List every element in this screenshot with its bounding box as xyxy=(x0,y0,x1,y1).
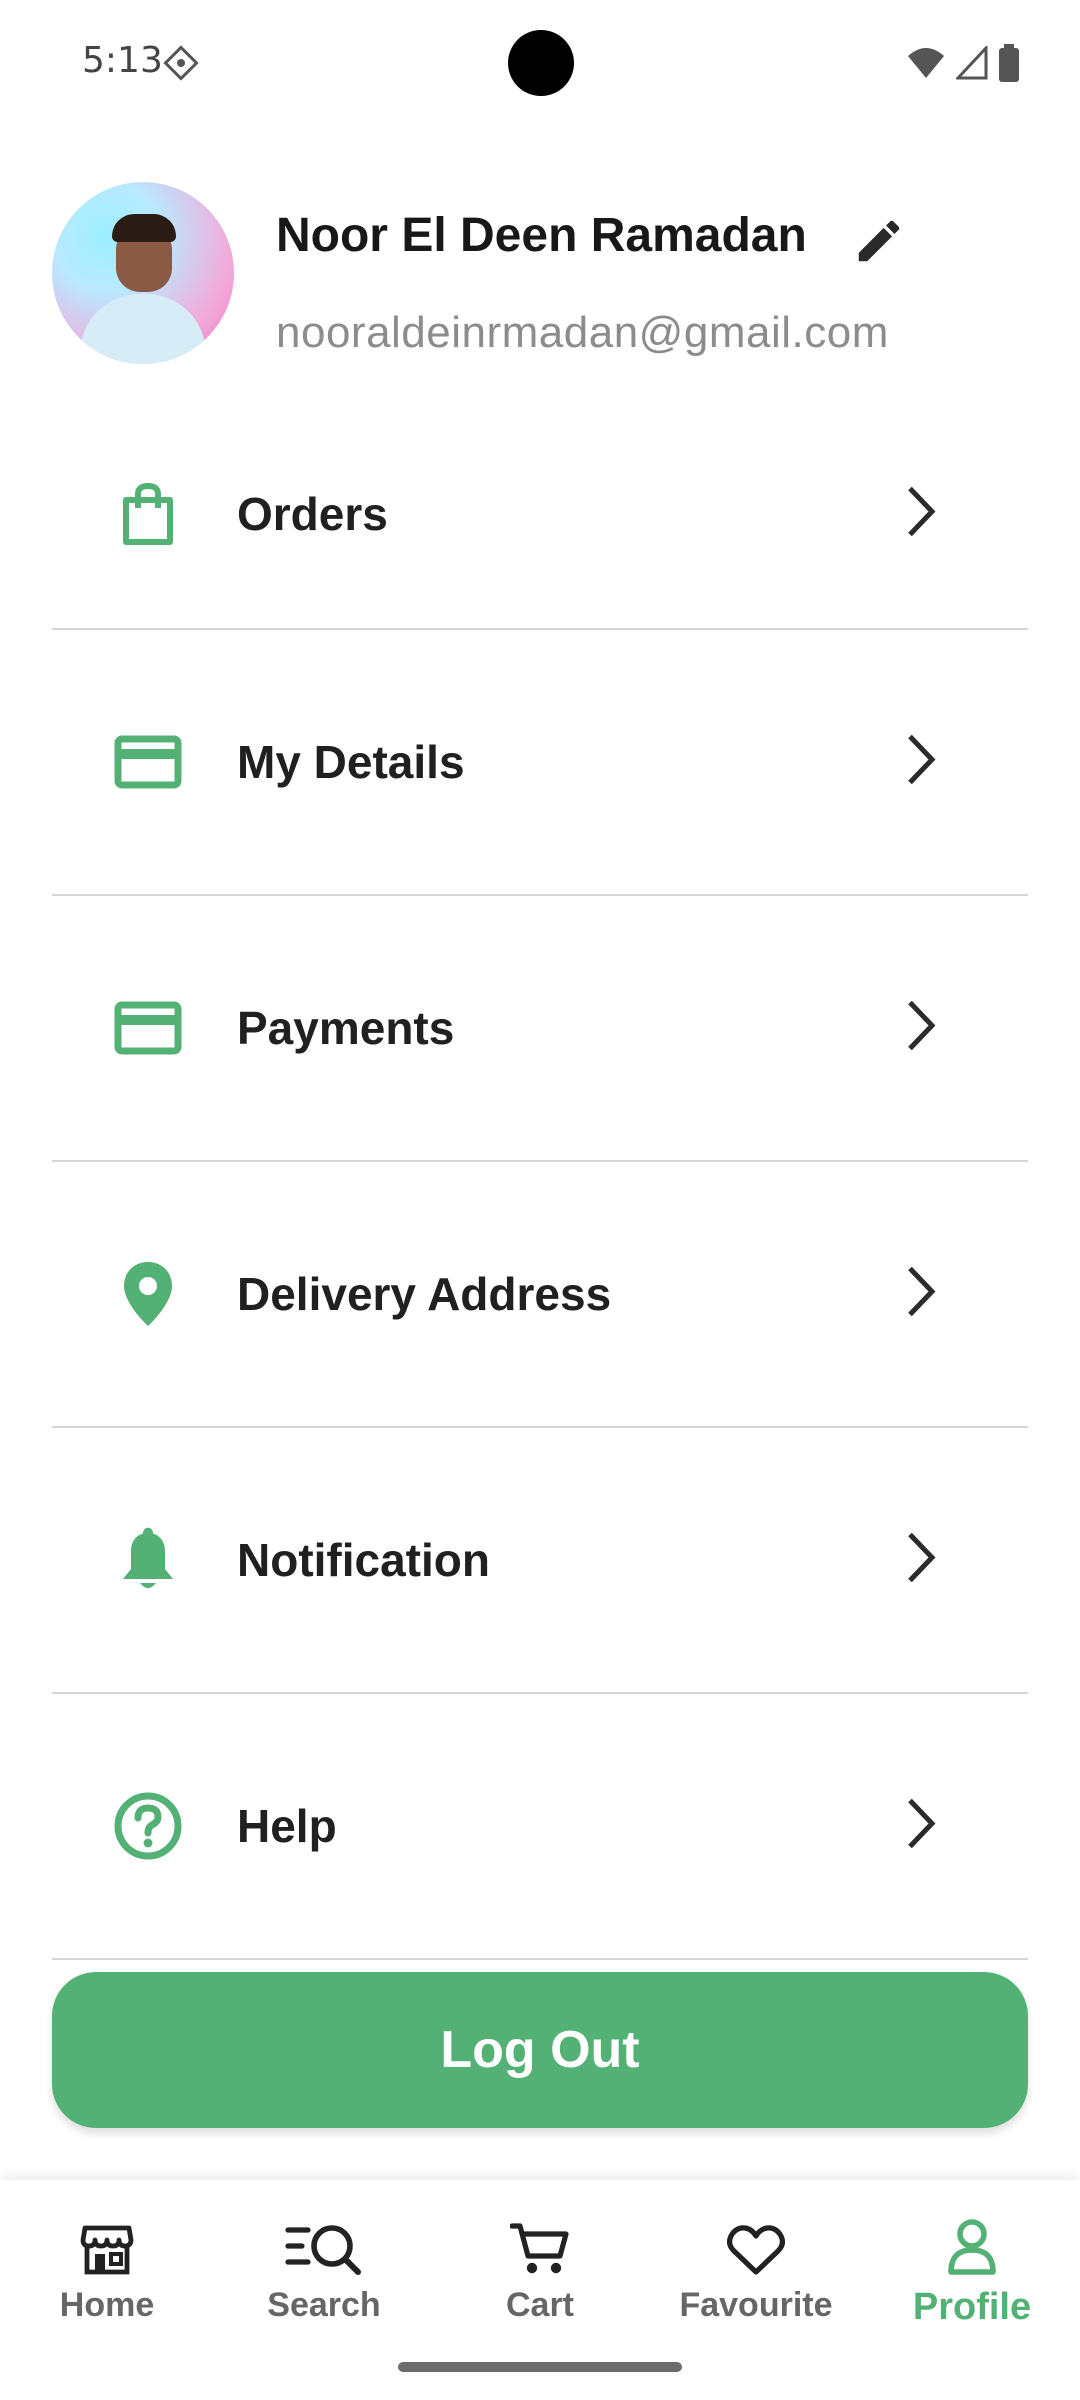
menu-item-delivery-address[interactable]: Delivery Address xyxy=(52,1162,1028,1428)
menu-item-my-details[interactable]: My Details xyxy=(52,630,1028,896)
menu-label: Orders xyxy=(237,488,388,540)
profile-icon xyxy=(872,2206,1072,2276)
wifi-icon xyxy=(908,48,944,78)
signal-icon xyxy=(956,46,988,80)
profile-menu: Orders My Details Payments Delivery Addr… xyxy=(52,400,1028,1960)
store-icon xyxy=(7,2206,207,2276)
nav-label: Profile xyxy=(912,2286,1032,2328)
menu-label: Payments xyxy=(237,1002,455,1054)
chevron-right-icon xyxy=(904,999,938,1058)
nav-label: Home xyxy=(59,2286,155,2324)
cart-icon xyxy=(440,2206,640,2276)
search-icon xyxy=(224,2206,424,2276)
menu-label: Notification xyxy=(237,1534,490,1586)
bell-icon xyxy=(108,1520,188,1600)
status-bar: 5:13 xyxy=(0,0,1080,130)
menu-label: Help xyxy=(237,1800,337,1852)
nav-item-home[interactable]: Home xyxy=(7,2206,207,2346)
user-name: Noor El Deen Ramadan xyxy=(276,209,807,262)
nav-item-search[interactable]: Search xyxy=(224,2206,424,2346)
card-icon xyxy=(108,988,188,1068)
chevron-right-icon xyxy=(904,1797,938,1856)
chevron-right-icon xyxy=(904,485,938,544)
menu-item-orders[interactable]: Orders xyxy=(52,400,1028,630)
chevron-right-icon xyxy=(904,1531,938,1590)
chevron-right-icon xyxy=(904,733,938,792)
nav-item-profile[interactable]: Profile xyxy=(872,2206,1072,2346)
help-icon xyxy=(108,1786,188,1866)
avatar[interactable] xyxy=(52,182,234,364)
nav-item-cart[interactable]: Cart xyxy=(440,2206,640,2346)
nav-label: Cart xyxy=(505,2286,575,2324)
menu-item-notification[interactable]: Notification xyxy=(52,1428,1028,1694)
heart-icon xyxy=(656,2206,856,2276)
chevron-right-icon xyxy=(904,1265,938,1324)
status-time: 5:13 xyxy=(82,40,163,81)
nav-label: Favourite xyxy=(679,2286,833,2324)
status-icons xyxy=(906,44,1020,82)
logout-button[interactable]: Log Out xyxy=(52,1972,1028,2128)
notification-diamond-icon xyxy=(162,44,200,87)
menu-label: Delivery Address xyxy=(237,1268,612,1320)
edit-pencil-icon[interactable] xyxy=(852,214,906,273)
nav-label: Search xyxy=(267,2286,381,2324)
home-indicator[interactable] xyxy=(398,2362,682,2372)
menu-item-payments[interactable]: Payments xyxy=(52,896,1028,1162)
menu-label: My Details xyxy=(237,736,465,788)
camera-cutout xyxy=(508,30,574,96)
menu-item-help[interactable]: Help xyxy=(52,1694,1028,1960)
battery-icon xyxy=(999,44,1019,82)
user-email: nooraldeinrmadan@gmail.com xyxy=(276,308,889,357)
shopping-bag-icon xyxy=(108,474,188,554)
location-pin-icon xyxy=(108,1254,188,1334)
card-icon xyxy=(108,722,188,802)
nav-item-favourite[interactable]: Favourite xyxy=(656,2206,856,2346)
